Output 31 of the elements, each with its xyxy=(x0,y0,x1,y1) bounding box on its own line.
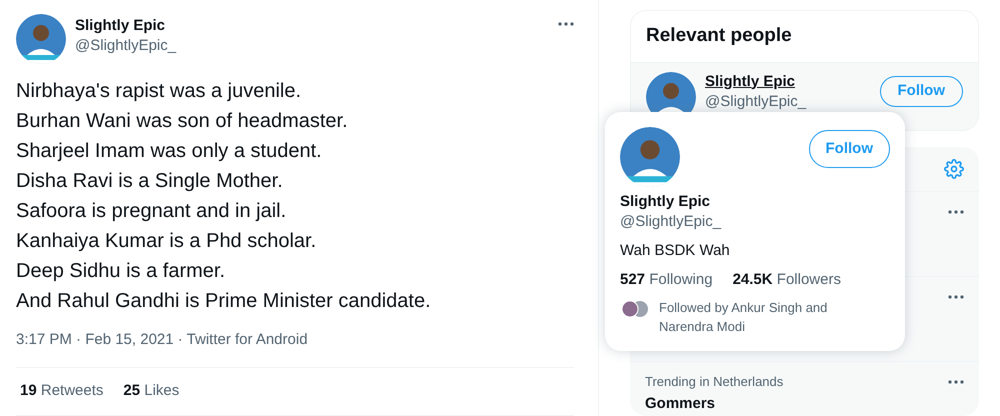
tweet-text-line: Kanhaiya Kumar is a Phd scholar. xyxy=(16,229,316,254)
avatar[interactable] xyxy=(620,127,680,187)
tweet-text-line: Nirbhaya's rapist was a juvenile. xyxy=(16,79,302,104)
tweet-stat[interactable]: 25 Likes xyxy=(123,380,180,402)
more-icon[interactable] xyxy=(948,210,964,214)
avatar[interactable] xyxy=(16,14,66,64)
tweet-text-line: Safoora is pregnant and in jail. xyxy=(16,199,286,224)
tweet-stat[interactable]: 19 Retweets xyxy=(20,380,104,402)
trend-name[interactable]: Gommers xyxy=(645,394,784,414)
more-icon[interactable] xyxy=(948,380,964,384)
tweet-text-line: Sharjeel Imam was only a student. xyxy=(16,139,322,164)
person-name[interactable]: Slightly Epic xyxy=(705,72,806,92)
follower-avatars-icon xyxy=(620,299,650,319)
trend-context: Trending in Netherlands xyxy=(645,374,784,390)
profile-bio: Wah BSDK Wah xyxy=(620,241,730,261)
tweet-text-line: Deep Sidhu is a farmer. xyxy=(16,259,225,284)
more-icon[interactable] xyxy=(558,22,574,26)
person-handle[interactable]: @SlightlyEpic_ xyxy=(705,92,806,112)
followed-by-text[interactable]: Followed by Ankur Singh and Narendra Modi xyxy=(659,298,849,336)
author-name[interactable]: Slightly Epic xyxy=(75,16,176,36)
tweet-timestamp[interactable]: 3:17 PM · Feb 15, 2021 · Twitter for Android xyxy=(16,329,308,352)
tweet-text-line: Disha Ravi is a Single Mother. xyxy=(16,169,283,194)
tweet-text-line: Burhan Wani was son of headmaster. xyxy=(16,109,348,134)
author-handle[interactable]: @SlightlyEpic_ xyxy=(75,36,176,56)
tweet-text-line: And Rahul Gandhi is Prime Minister candidate. xyxy=(16,289,431,314)
profile-stat[interactable]: 527 Following xyxy=(620,270,713,290)
settings-icon[interactable] xyxy=(944,158,964,179)
profile-name[interactable]: Slightly Epic xyxy=(620,192,710,212)
profile-stat[interactable]: 24.5K Followers xyxy=(732,270,841,290)
more-icon[interactable] xyxy=(948,294,964,299)
profile-handle[interactable]: @SlightlyEpic_ xyxy=(620,212,722,232)
